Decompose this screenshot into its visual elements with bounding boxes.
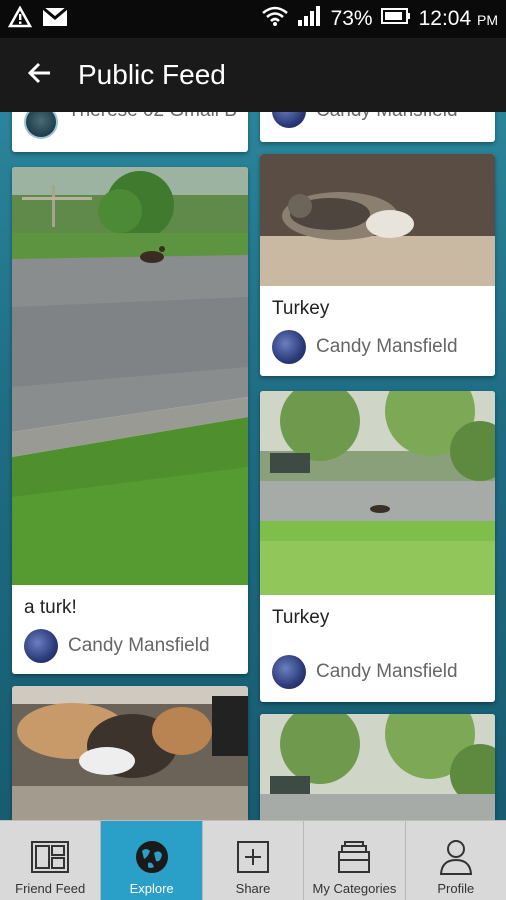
battery-icon (380, 7, 411, 31)
card-user[interactable]: Candy Mansfield (260, 629, 495, 699)
friend-feed-icon (30, 833, 70, 881)
avatar (24, 629, 58, 663)
nav-profile[interactable]: Profile (406, 821, 506, 900)
nav-my-categories[interactable]: My Categories (304, 821, 406, 900)
person-icon (438, 833, 474, 881)
clock-ampm: PM (477, 12, 498, 28)
card-user[interactable]: Candy Mansfield (260, 320, 495, 374)
signal-icon (297, 5, 323, 33)
card-user[interactable]: Therese 02 Gmail Baier (12, 112, 248, 152)
clock-time: 12:04 (418, 7, 472, 30)
feed-card[interactable]: Turkey Candy Mansfield (260, 391, 495, 702)
photo-puppies (12, 686, 248, 820)
categories-icon (336, 833, 372, 881)
nav-explore[interactable]: Explore (101, 821, 203, 900)
nav-label: Profile (437, 881, 475, 896)
wifi-icon (261, 5, 289, 33)
back-button[interactable] (0, 38, 78, 112)
username: Candy Mansfield (316, 336, 458, 357)
battery-percent: 73% (330, 7, 373, 30)
bottom-nav: Friend Feed Explore Share My Categories … (0, 820, 506, 900)
nav-label: Explore (129, 881, 174, 896)
avatar (24, 112, 58, 139)
post-photo[interactable] (12, 686, 248, 820)
post-photo[interactable] (260, 154, 495, 286)
post-caption: a turk! (24, 597, 77, 618)
page-title: Public Feed (78, 59, 226, 90)
arrow-left-icon (26, 61, 52, 90)
post-photo[interactable] (260, 391, 495, 595)
username: Candy Mansfield (316, 661, 458, 682)
clock: 12:04 PM (419, 7, 498, 31)
nav-label: My Categories (312, 881, 397, 896)
card-user[interactable]: Candy Mansfield (12, 619, 248, 673)
avatar (272, 330, 306, 364)
status-bar: 73% 12:04 PM (0, 0, 506, 38)
feed-card[interactable] (12, 686, 248, 820)
user-name-wrap: Therese 02 Gmail Baier (68, 112, 236, 144)
feed-card[interactable]: a turk! Candy Mansfield (12, 167, 248, 674)
card-user[interactable]: Candy Mansfield (260, 112, 495, 138)
app-bar: Public Feed (0, 38, 506, 112)
globe-icon (134, 833, 170, 881)
photo-turkey-yard (12, 167, 248, 585)
username: Therese 02 Gmail Baier (68, 112, 236, 122)
post-caption: Turkey (272, 607, 330, 628)
username: Candy Mansfield (68, 635, 210, 656)
avatar (272, 655, 306, 689)
avatar (272, 112, 306, 128)
gmail-icon (42, 6, 68, 32)
nav-label: Friend Feed (15, 881, 86, 896)
plus-square-icon (236, 833, 270, 881)
nav-friend-feed[interactable]: Friend Feed (0, 821, 102, 900)
feed-card[interactable] (260, 714, 495, 820)
nav-label: Share (235, 881, 271, 896)
username: Candy Mansfield (316, 112, 458, 122)
post-photo[interactable] (260, 714, 495, 820)
nav-share[interactable]: Share (203, 821, 305, 900)
photo-cat-on-ledge (260, 154, 495, 286)
post-photo[interactable] (12, 167, 248, 585)
public-feed[interactable]: Therese 02 Gmail Baier a tu (0, 112, 506, 820)
post-caption: Turkey (272, 298, 330, 319)
feed-card[interactable]: Turkey Candy Mansfield (260, 154, 495, 376)
photo-turkey-road (260, 391, 495, 595)
feed-card[interactable]: Candy Mansfield (260, 112, 495, 142)
photo-trees (260, 714, 495, 820)
feed-card[interactable]: Therese 02 Gmail Baier (12, 112, 248, 152)
warning-icon (7, 4, 33, 33)
